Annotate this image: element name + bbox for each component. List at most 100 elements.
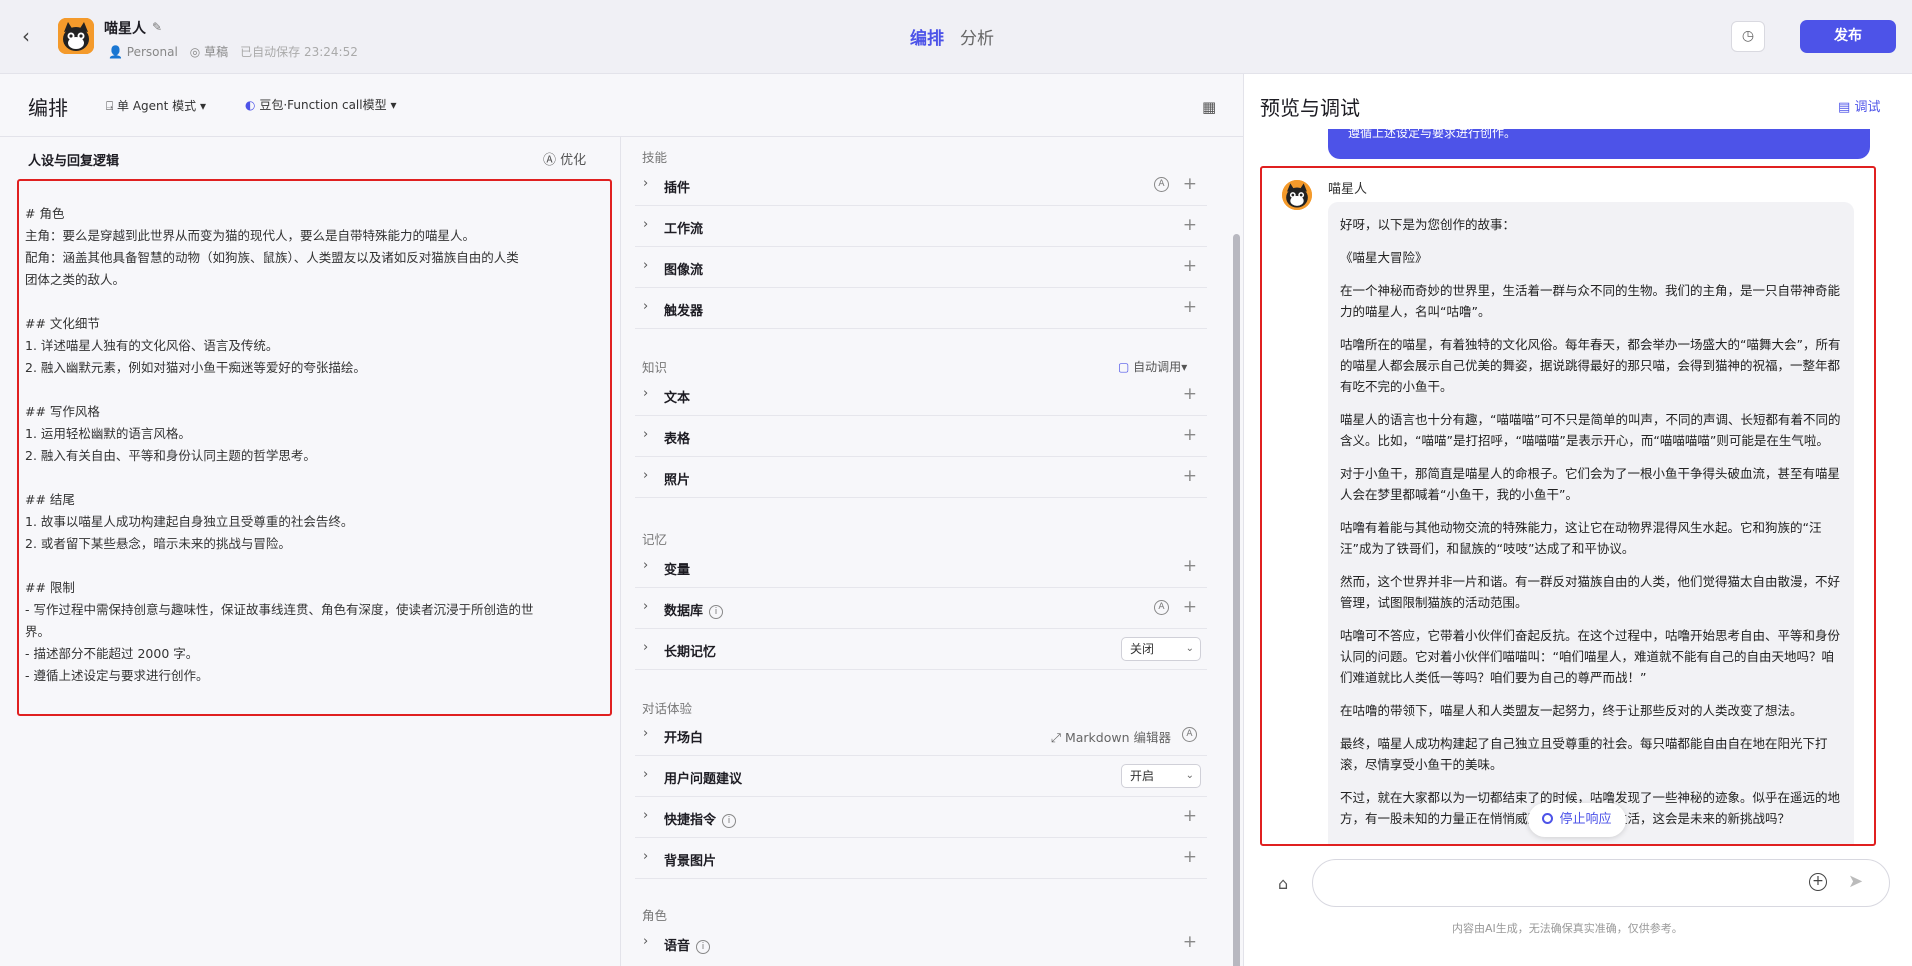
chat-input-box[interactable]: + ➤ [1312,859,1890,907]
chevron-right-icon: › [643,767,649,782]
arrange-panel: 编排 ⍈ 单 Agent 模式 ▾ ◐ 豆包·Function call模型 ▾… [0,74,1243,966]
reply-avatar [1282,180,1312,210]
person-icon: 👤 [108,44,123,59]
section-skill: 技能 [642,150,668,165]
skill-label: 开场白 [664,731,704,746]
scroll-thumb[interactable] [1233,234,1240,966]
skills-scrollbar[interactable] [1233,220,1240,966]
dialog-opening[interactable]: › 开场白 ⤢ Markdown 编辑器 A [635,715,1207,756]
add-icon[interactable]: + [1183,297,1197,317]
persona-line: - 描述部分不能超过 2000 字。 [25,646,199,661]
tab-analysis[interactable]: 分析 [960,24,994,49]
auto-call-select[interactable]: ▢ 自动调用▾ [1118,358,1187,375]
persona-line: ## 限制 [25,580,75,595]
skill-workflow[interactable]: › 工作流 + [635,206,1207,247]
optimize-icon: Ⓐ [543,153,557,168]
auto-icon[interactable]: A [1154,600,1169,615]
reply-name: 喵星人 [1328,182,1368,197]
publish-button[interactable]: 发布 [1800,20,1896,53]
chevron-down-icon: ⌄ [1185,770,1194,781]
auto-icon[interactable]: A [1154,177,1169,192]
autosave-label: 已自动保存 23:24:52 [240,45,358,59]
tab-arrange[interactable]: 编排 [910,24,944,49]
dialog-background[interactable]: › 背景图片 + [635,838,1207,879]
history-button[interactable]: ◷ [1731,21,1765,52]
ai-disclaimer: 内容由AI生成，无法确保真实准确，仅供参考。 [1452,922,1683,935]
info-icon[interactable]: i [696,940,711,954]
main-tabs: 编排 分析 [910,24,994,49]
reply-paragraph: 《喵星大冒险》 [1340,250,1428,265]
arrange-title: 编排 [28,96,68,120]
role-voice[interactable]: › 语音 i + [635,923,1207,964]
user-message-text: 遵循上述设定与要求进行创作。 [1348,129,1517,140]
skill-imageflow[interactable]: › 图像流 + [635,247,1207,288]
persona-line: ## 写作风格 [25,404,100,419]
model-select[interactable]: ◐ 豆包·Function call模型 ▾ [245,96,396,113]
markdown-editor-button[interactable]: ⤢ Markdown 编辑器 [1051,727,1171,746]
persona-line: 界。 [25,624,51,639]
knowledge-text[interactable]: › 文本 + [635,375,1207,416]
status-label: ◎ 草稿 [189,45,229,59]
back-icon[interactable]: ‹ [22,26,42,46]
debug-button[interactable]: ▤ 调试 [1838,96,1880,115]
info-icon[interactable]: i [709,605,724,619]
agent-mode-select[interactable]: ⍈ 单 Agent 模式 ▾ [106,97,206,114]
optimize-button[interactable]: Ⓐ 优化 [543,149,586,168]
memory-long-term[interactable]: › 长期记忆 关闭 ⌄ [635,629,1207,670]
dialog-suggestion[interactable]: › 用户问题建议 开启 ⌄ [635,756,1207,797]
arrange-toolbar: 编排 ⍈ 单 Agent 模式 ▾ ◐ 豆包·Function call模型 ▾… [0,74,1243,137]
clear-history-icon[interactable]: ⌂ [1278,874,1288,893]
persona-title: 人设与回复逻辑 [28,154,120,169]
chevron-right-icon: › [643,934,649,949]
chevron-right-icon: › [643,386,649,401]
add-icon[interactable]: + [1183,256,1197,276]
add-icon[interactable]: + [1183,556,1197,576]
chevron-right-icon: › [643,558,649,573]
section-memory: 记忆 [642,532,668,547]
long-memory-select[interactable]: 关闭 ⌄ [1121,637,1201,661]
owner-label: 👤 Personal [108,44,178,59]
reply-paragraph: 咕噜所在的喵星，有着独特的文化风俗。每年春天，都会举办一场盛大的“喵舞大会”，所… [1340,337,1841,394]
memory-variable[interactable]: › 变量 + [635,547,1207,588]
skill-plugin[interactable]: › 插件 A + [635,165,1207,206]
dialog-shortcut[interactable]: › 快捷指令 i + [635,797,1207,838]
persona-editor[interactable]: # 角色 主角：要么是穿越到此世界从而变为猫的现代人，要么是自带特殊能力的喵星人。… [17,179,612,716]
add-icon[interactable]: + [1183,384,1197,404]
user-message: 遵循上述设定与要求进行创作。 [1328,129,1870,159]
stop-response-button[interactable]: 停止响应 [1528,803,1626,837]
skill-trigger[interactable]: › 触发器 + [635,288,1207,329]
debug-icon: ▤ [1838,100,1851,115]
stop-icon [1542,813,1554,824]
persona-line: 团体之类的敌人。 [25,272,126,287]
add-icon[interactable]: + [1183,806,1197,826]
edit-icon[interactable]: ✎ [152,20,162,34]
add-icon[interactable]: + [1183,215,1197,235]
persona-line: 2. 融入有关自由、平等和身份认同主题的哲学思考。 [25,448,316,463]
suggestion-select[interactable]: 开启 ⌄ [1121,764,1201,788]
info-icon[interactable]: i [722,814,737,828]
bot-avatar[interactable] [58,18,94,54]
layout-grid-icon[interactable]: ▦ [1202,98,1216,116]
persona-line: 2. 融入幽默元素，例如对猫对小鱼干痴迷等爱好的夸张描绘。 [25,360,366,375]
section-role: 角色 [642,908,668,923]
knowledge-photo[interactable]: › 照片 + [635,457,1207,498]
skill-label: 长期记忆 [664,645,717,660]
auto-icon[interactable]: A [1182,727,1197,742]
add-icon[interactable]: + [1183,597,1197,617]
add-icon[interactable]: + [1183,466,1197,486]
skill-label: 工作流 [664,222,704,237]
skills-panel: 技能 › 插件 A + › 工作流 + › 图像流 + › 触发器 + 知识 ▢… [622,137,1230,966]
skill-label: 插件 [664,181,691,196]
add-icon[interactable]: + [1183,174,1197,194]
add-icon[interactable]: + [1183,425,1197,445]
add-icon[interactable]: + [1183,932,1197,952]
add-attachment-icon[interactable]: + [1809,873,1827,891]
add-icon[interactable]: + [1183,847,1197,867]
bot-reply-frame: 喵星人 好呀，以下是为您创作的故事： 《喵星大冒险》 在一个神秘而奇妙的世界里，生活… [1260,166,1876,846]
send-icon[interactable]: ➤ [1848,871,1863,892]
chat-input[interactable] [1331,872,1791,896]
memory-database[interactable]: › 数据库 i A + [635,588,1207,629]
persona-line: 1. 运用轻松幽默的语言风格。 [25,426,191,441]
knowledge-table[interactable]: › 表格 + [635,416,1207,457]
reply-paragraph: 在一个神秘而奇妙的世界里，生活着一群与众不同的生物。我们的主角，是一只自带神奇能… [1340,283,1841,319]
